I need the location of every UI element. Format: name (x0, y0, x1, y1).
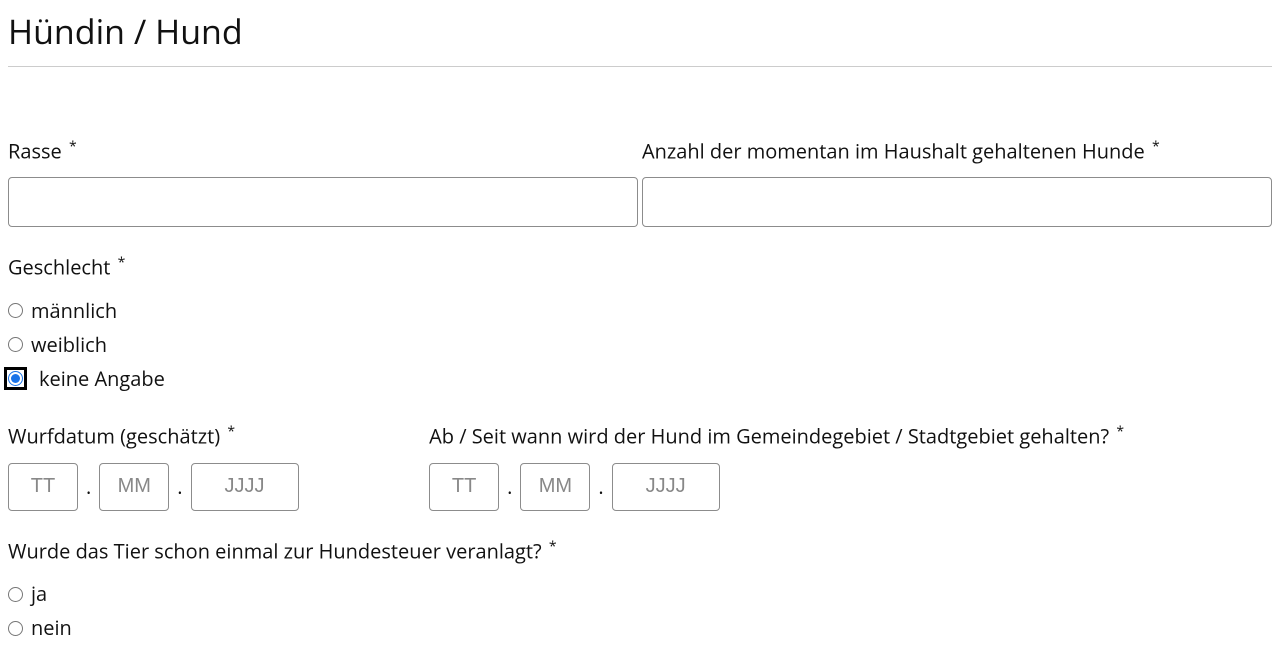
sex-field: Geschlecht * männlich weiblich keine Ang… (8, 253, 1272, 396)
sex-option-male: männlich (8, 294, 1272, 328)
date-separator: . (598, 473, 603, 501)
sex-radio-male-label[interactable]: männlich (31, 297, 117, 325)
required-star: * (549, 537, 557, 556)
litter-date-group: . . (8, 463, 425, 511)
sex-label: Geschlecht * (8, 253, 1272, 282)
required-star: * (1152, 137, 1160, 156)
since-month-input[interactable] (520, 463, 590, 511)
sex-radio-male[interactable] (8, 303, 23, 318)
sex-radio-female-label[interactable]: weiblich (31, 331, 107, 359)
page-title: Hündin / Hund (8, 8, 1272, 56)
taxed-radio-yes[interactable] (8, 587, 23, 602)
required-star: * (1116, 422, 1124, 441)
sex-option-none: keine Angabe (8, 362, 1272, 396)
focus-ring (4, 367, 27, 390)
breed-label: Rasse * (8, 137, 638, 166)
sex-radio-group: männlich weiblich keine Angabe (8, 294, 1272, 396)
since-date-label-text: Ab / Seit wann wird der Hund im Gemeinde… (429, 423, 1109, 450)
since-day-input[interactable] (429, 463, 499, 511)
required-star: * (227, 422, 235, 441)
date-separator: . (507, 473, 512, 501)
since-date-label: Ab / Seit wann wird der Hund im Gemeinde… (429, 422, 1263, 451)
sex-radio-none-label[interactable]: keine Angabe (39, 365, 165, 393)
taxed-label-text: Wurde das Tier schon einmal zur Hundeste… (8, 537, 542, 564)
dog-count-field: Anzahl der momentan im Haushalt gehalten… (642, 137, 1272, 228)
taxed-radio-group: ja nein (8, 577, 1272, 645)
taxed-label: Wurde das Tier schon einmal zur Hundeste… (8, 537, 1272, 566)
sex-radio-none[interactable] (8, 371, 23, 386)
litter-year-input[interactable] (191, 463, 299, 511)
taxed-option-yes: ja (8, 577, 1272, 611)
dog-count-label-text: Anzahl der momentan im Haushalt gehalten… (642, 137, 1145, 164)
taxed-radio-no[interactable] (8, 621, 23, 636)
breed-label-text: Rasse (8, 137, 62, 164)
required-star: * (69, 137, 77, 156)
sex-option-female: weiblich (8, 328, 1272, 362)
litter-date-label: Wurfdatum (geschätzt) * (8, 422, 425, 451)
since-date-field: Ab / Seit wann wird der Hund im Gemeinde… (429, 422, 1263, 511)
dog-count-label: Anzahl der momentan im Haushalt gehalten… (642, 137, 1272, 166)
breed-field: Rasse * (8, 137, 638, 228)
litter-day-input[interactable] (8, 463, 78, 511)
litter-date-field: Wurfdatum (geschätzt) * . . (8, 422, 425, 511)
taxed-option-no: nein (8, 611, 1272, 645)
date-separator: . (86, 473, 91, 501)
taxed-field: Wurde das Tier schon einmal zur Hundeste… (8, 537, 1272, 646)
sex-radio-female[interactable] (8, 337, 23, 352)
date-separator: . (177, 473, 182, 501)
since-date-group: . . (429, 463, 1263, 511)
taxed-radio-yes-label[interactable]: ja (31, 580, 47, 608)
since-year-input[interactable] (612, 463, 720, 511)
sex-label-text: Geschlecht (8, 254, 110, 281)
required-star: * (118, 253, 126, 272)
section-divider (8, 66, 1272, 67)
litter-month-input[interactable] (99, 463, 169, 511)
breed-input[interactable] (8, 177, 638, 227)
taxed-radio-no-label[interactable]: nein (31, 614, 72, 642)
litter-date-label-text: Wurfdatum (geschätzt) (8, 423, 220, 450)
dog-count-input[interactable] (642, 177, 1272, 227)
